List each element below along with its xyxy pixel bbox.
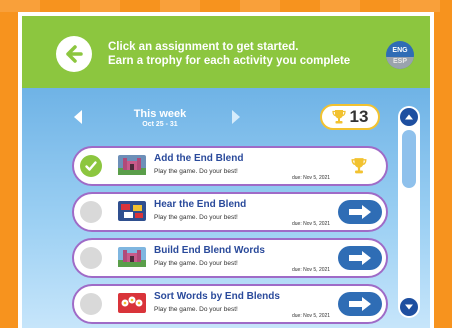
assignment-row[interactable]: Add the End Blend Play the game. Do your… bbox=[72, 146, 388, 186]
scrollbar[interactable] bbox=[398, 106, 420, 318]
assignment-description: Play the game. Do your best! bbox=[154, 306, 238, 313]
activity-thumbnail bbox=[118, 201, 146, 221]
week-range: Oct 25 - 31 bbox=[142, 121, 178, 128]
header-bar: Click an assignment to get started. Earn… bbox=[22, 16, 430, 88]
incomplete-circle bbox=[80, 247, 102, 269]
instruction-line-1: Click an assignment to get started. bbox=[108, 41, 299, 53]
activity-thumbnail bbox=[118, 155, 146, 175]
checkmark-icon bbox=[85, 161, 97, 171]
assignment-description: Play the game. Do your best! bbox=[154, 260, 238, 267]
assignment-title: Add the End Blend bbox=[154, 153, 244, 164]
chevron-up-icon bbox=[405, 114, 413, 120]
next-week-arrow-icon[interactable] bbox=[232, 110, 240, 124]
trophy-count-value: 13 bbox=[349, 107, 369, 126]
lang-eng-label: ENG bbox=[392, 47, 408, 54]
start-assignment-button[interactable] bbox=[338, 200, 382, 224]
assignment-row[interactable]: Hear the End Blend Play the game. Do you… bbox=[72, 192, 388, 232]
flags-icon bbox=[121, 204, 143, 218]
assignments-panel: This week Oct 25 - 31 13 Add the End Ble… bbox=[22, 88, 430, 328]
scroll-up-button[interactable] bbox=[400, 108, 418, 126]
instruction-line-2: Earn a trophy for each activity you comp… bbox=[108, 55, 351, 67]
lang-esp-label: ESP bbox=[386, 57, 414, 69]
trophy-icon bbox=[351, 158, 367, 174]
prev-week-arrow-icon[interactable] bbox=[74, 110, 82, 124]
assignment-row[interactable]: Build End Blend Words Play the game. Do … bbox=[72, 238, 388, 278]
week-title: This week bbox=[133, 108, 187, 120]
assignment-due: due: Nov 5, 2021 bbox=[292, 267, 331, 273]
arrow-right-icon bbox=[349, 205, 371, 219]
castle-icon bbox=[118, 158, 146, 175]
chevron-down-icon bbox=[405, 304, 413, 310]
assignment-description: Play the game. Do your best! bbox=[154, 214, 238, 221]
top-stripe bbox=[0, 0, 452, 12]
flowers-icon bbox=[121, 296, 143, 307]
castle-icon bbox=[118, 250, 146, 267]
trophy-icon bbox=[331, 110, 346, 124]
assignment-row[interactable]: Sort Words by End Blends Play the game. … bbox=[72, 284, 388, 324]
assignment-due: due: Nov 5, 2021 bbox=[292, 175, 331, 181]
assignment-due: due: Nov 5, 2021 bbox=[292, 313, 331, 319]
language-toggle[interactable]: ENG ESP bbox=[386, 41, 414, 69]
arrow-right-icon bbox=[349, 251, 371, 265]
scroll-down-button[interactable] bbox=[400, 298, 418, 316]
start-assignment-button[interactable] bbox=[338, 292, 382, 316]
assignment-title: Hear the End Blend bbox=[154, 199, 247, 210]
trophy-count-badge: 13 bbox=[320, 104, 380, 130]
start-assignment-button[interactable] bbox=[338, 246, 382, 270]
activity-thumbnail bbox=[118, 293, 146, 313]
back-button[interactable] bbox=[56, 36, 92, 72]
assignment-due: due: Nov 5, 2021 bbox=[292, 221, 331, 227]
incomplete-circle bbox=[80, 201, 102, 223]
arrow-right-icon bbox=[349, 297, 371, 311]
incomplete-circle bbox=[80, 293, 102, 315]
assignment-description: Play the game. Do your best! bbox=[154, 168, 238, 175]
instructions: Click an assignment to get started. Earn… bbox=[108, 40, 378, 68]
earned-trophy bbox=[350, 156, 368, 176]
completed-check bbox=[80, 155, 102, 177]
assignment-title: Sort Words by End Blends bbox=[154, 291, 280, 302]
app-frame: Click an assignment to get started. Earn… bbox=[18, 12, 434, 328]
activity-thumbnail bbox=[118, 247, 146, 267]
scroll-thumb[interactable] bbox=[402, 130, 416, 188]
assignment-title: Build End Blend Words bbox=[154, 245, 265, 256]
arrow-left-icon bbox=[66, 45, 83, 63]
week-navigator: This week Oct 25 - 31 bbox=[74, 104, 274, 134]
